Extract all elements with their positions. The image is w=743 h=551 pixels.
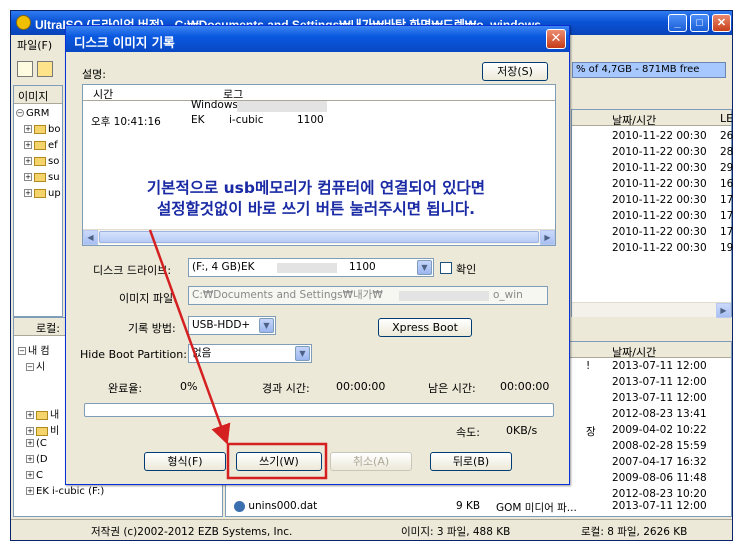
highlight-box bbox=[226, 442, 328, 480]
annotation-overlay bbox=[148, 229, 328, 480]
annotation-arrow bbox=[148, 229, 231, 445]
